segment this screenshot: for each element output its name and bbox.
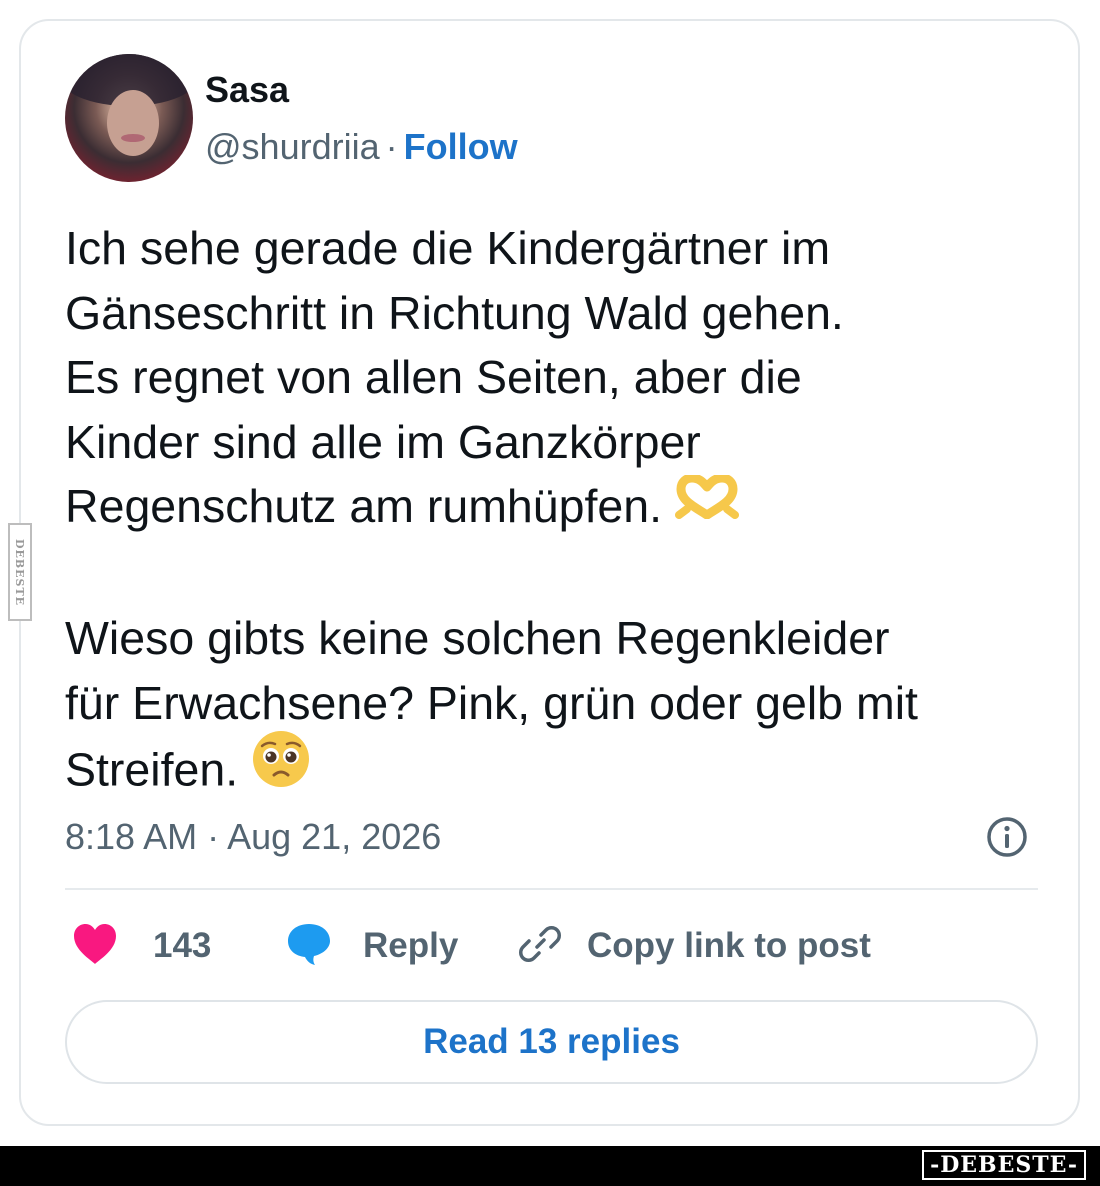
footer-logo: -DEBESTE- <box>922 1150 1086 1180</box>
author-name[interactable]: Sasa <box>205 69 289 111</box>
post-text: Ich sehe gerade die Kindergärtner im Gän… <box>65 216 1055 812</box>
reply-button[interactable]: Reply <box>285 921 458 971</box>
side-watermark-label: DEBESTE <box>13 538 27 606</box>
like-count: 143 <box>153 926 212 965</box>
side-watermark: DEBESTE <box>8 523 32 621</box>
pleading-face-emoji-icon <box>251 729 311 806</box>
separator: · <box>385 126 398 167</box>
post-timestamp[interactable]: 8:18 AM · Aug 21, 2026 <box>65 816 441 858</box>
divider <box>65 888 1038 890</box>
reply-label: Reply <box>363 926 459 965</box>
copy-link-button[interactable]: Copy link to post <box>517 921 871 971</box>
avatar[interactable] <box>65 54 193 182</box>
like-button[interactable]: 143 <box>71 921 211 971</box>
post-text-part2: Wieso gibts keine solchen Regenkleider f… <box>65 612 918 796</box>
heart-hands-emoji-icon <box>675 471 739 536</box>
copy-link-label: Copy link to post <box>587 926 871 965</box>
follow-button[interactable]: Follow <box>404 126 518 167</box>
heart-icon <box>71 922 119 971</box>
author-handle-row: @shurdriia · Follow <box>205 126 518 168</box>
link-icon <box>517 921 563 972</box>
read-replies-button[interactable]: Read 13 replies <box>65 1000 1038 1084</box>
author-handle[interactable]: @shurdriia <box>205 126 380 167</box>
footer-bar: -DEBESTE- <box>0 1146 1100 1186</box>
post-card: Sasa @shurdriia · Follow Ich sehe gerade d… <box>19 19 1080 1126</box>
reply-bubble-icon <box>285 921 333 972</box>
info-icon[interactable] <box>984 814 1030 860</box>
